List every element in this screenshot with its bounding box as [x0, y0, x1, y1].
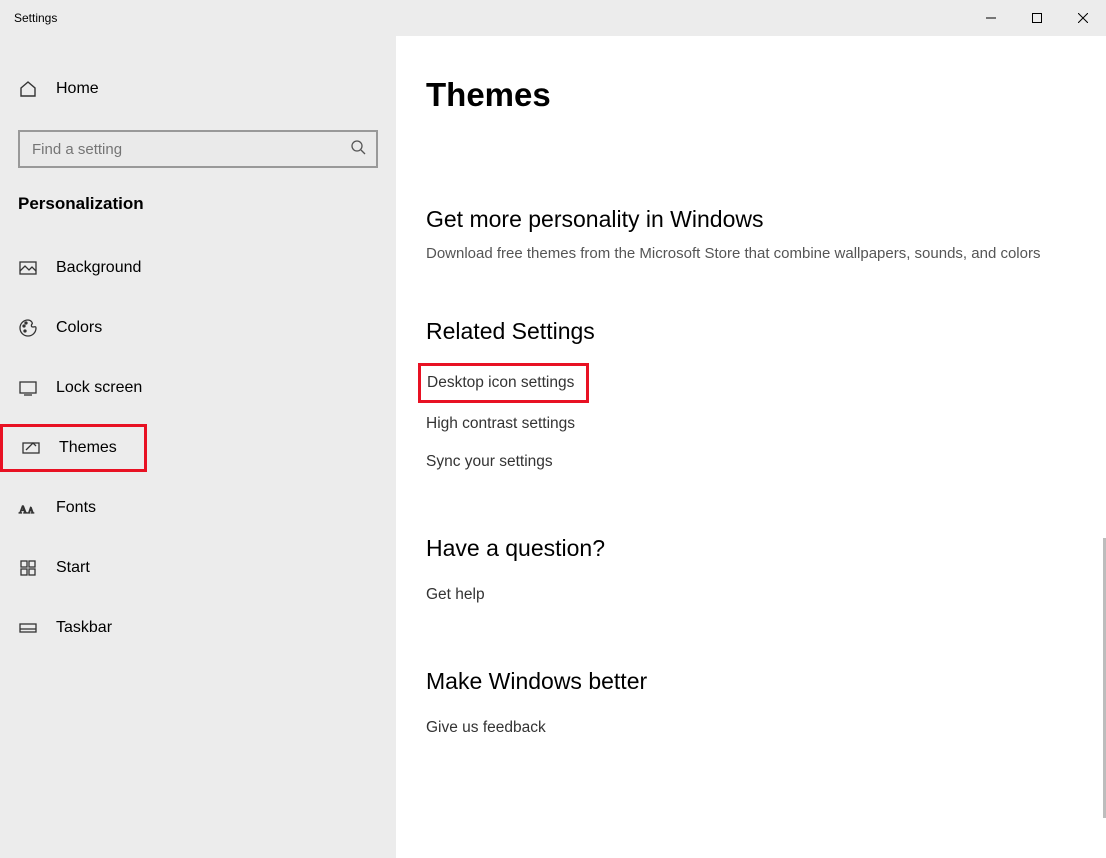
maximize-button[interactable] [1014, 0, 1060, 36]
link-high-contrast-settings[interactable]: High contrast settings [426, 405, 1076, 443]
main-content: Themes Get more personality in Windows D… [396, 36, 1106, 858]
section-heading: Related Settings [426, 318, 1076, 345]
home-nav[interactable]: Home [0, 66, 396, 112]
start-icon [18, 558, 38, 578]
sidebar-item-label: Lock screen [56, 379, 142, 397]
minimize-button[interactable] [968, 0, 1014, 36]
nav-items: Background Colors Lock screen Themes [0, 244, 396, 652]
link-get-help[interactable]: Get help [426, 576, 1076, 614]
sidebar-item-taskbar[interactable]: Taskbar [0, 604, 396, 652]
colors-icon [18, 318, 38, 338]
section-related: Related Settings Desktop icon settings H… [426, 318, 1076, 481]
sidebar: Home Personalization Background [0, 36, 396, 858]
sidebar-item-label: Colors [56, 319, 102, 337]
category-heading: Personalization [0, 168, 396, 214]
section-description: Download free themes from the Microsoft … [426, 243, 1056, 264]
search-box[interactable] [18, 130, 378, 168]
taskbar-icon [18, 618, 38, 638]
svg-text:A: A [19, 504, 27, 516]
section-heading: Have a question? [426, 535, 1076, 562]
search-icon [350, 139, 366, 160]
link-give-feedback[interactable]: Give us feedback [426, 709, 1076, 747]
link-desktop-icon-settings[interactable]: Desktop icon settings [418, 363, 589, 403]
window-controls [968, 0, 1106, 36]
link-sync-your-settings[interactable]: Sync your settings [426, 443, 1076, 481]
background-icon [18, 258, 38, 278]
home-icon [18, 79, 38, 99]
themes-icon [21, 438, 41, 458]
titlebar: Settings [0, 0, 1106, 36]
sidebar-item-label: Fonts [56, 499, 96, 517]
sidebar-item-themes[interactable]: Themes [0, 424, 147, 472]
sidebar-item-lockscreen[interactable]: Lock screen [0, 364, 396, 412]
section-heading: Make Windows better [426, 668, 1076, 695]
window-title: Settings [0, 11, 57, 25]
close-button[interactable] [1060, 0, 1106, 36]
section-heading: Get more personality in Windows [426, 206, 1076, 233]
sidebar-item-start[interactable]: Start [0, 544, 396, 592]
sidebar-item-fonts[interactable]: AA Fonts [0, 484, 396, 532]
fonts-icon: AA [18, 498, 38, 518]
page-title: Themes [426, 76, 1076, 114]
svg-text:A: A [28, 506, 34, 515]
sidebar-item-label: Start [56, 559, 90, 577]
sidebar-item-colors[interactable]: Colors [0, 304, 396, 352]
sidebar-item-label: Taskbar [56, 619, 112, 637]
sidebar-item-label: Background [56, 259, 141, 277]
lockscreen-icon [18, 378, 38, 398]
section-personality: Get more personality in Windows Download… [426, 206, 1076, 264]
home-label: Home [56, 80, 99, 98]
sidebar-item-background[interactable]: Background [0, 244, 396, 292]
search-input[interactable] [32, 141, 350, 158]
section-better: Make Windows better Give us feedback [426, 668, 1076, 747]
section-question: Have a question? Get help [426, 535, 1076, 614]
sidebar-item-label: Themes [59, 439, 117, 457]
